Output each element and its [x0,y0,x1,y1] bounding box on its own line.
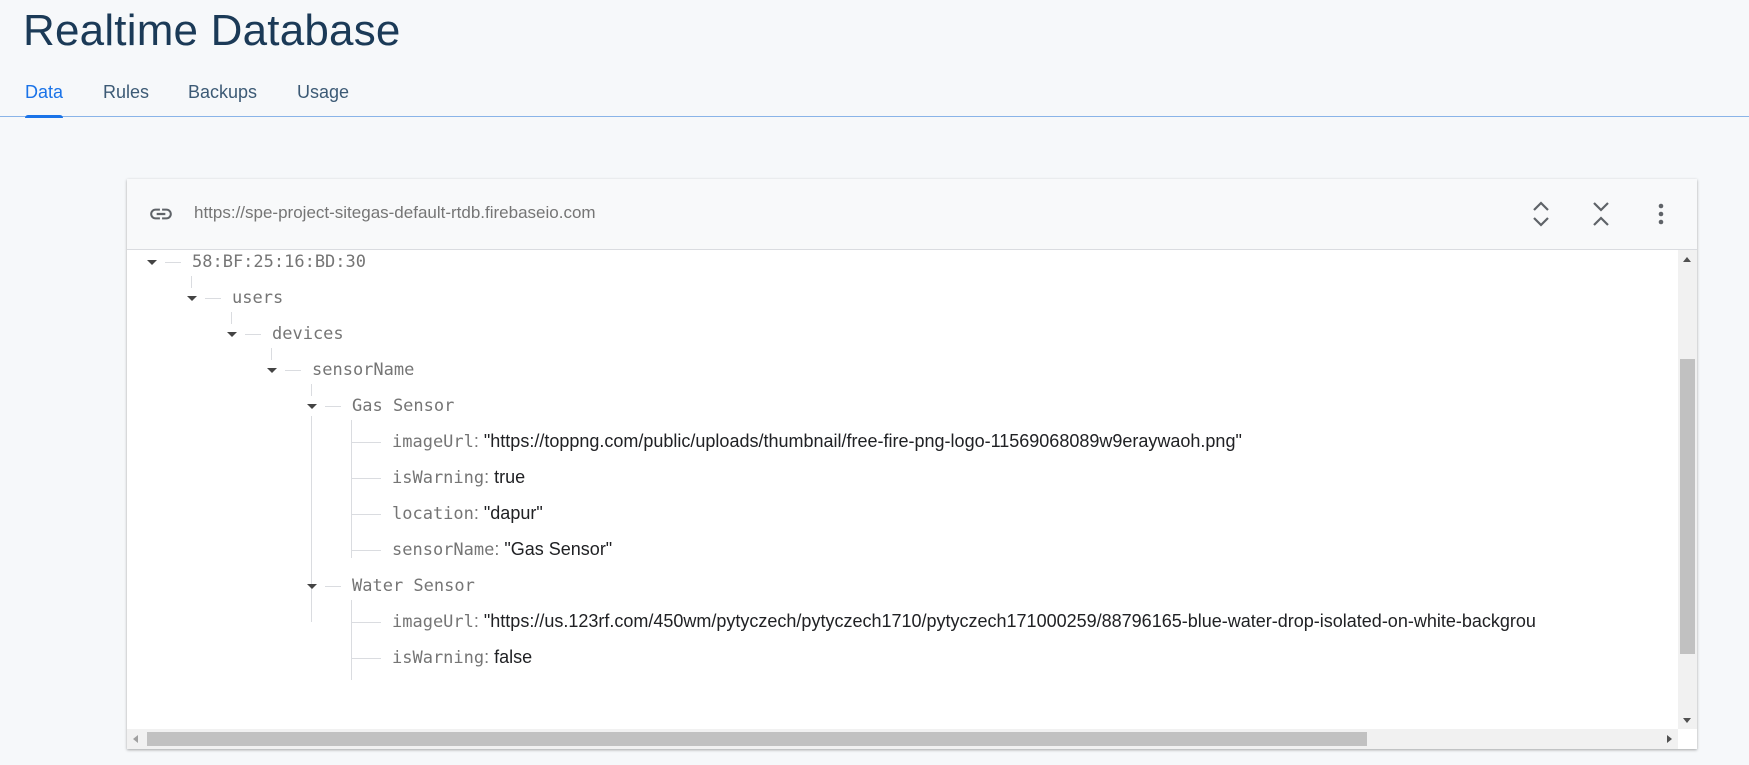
scroll-right-icon[interactable] [1667,735,1672,743]
tree-node-root[interactable]: 58:BF:25:16:BD:30 [192,252,366,272]
vertical-scroll-thumb[interactable] [1680,359,1695,654]
horizontal-scrollbar[interactable] [127,729,1678,749]
tree-leaf-imageurl[interactable]: imageUrl: "https://toppng.com/public/upl… [392,431,1242,452]
tab-data[interactable]: Data [25,82,64,118]
scroll-left-icon[interactable] [133,735,138,743]
panel-header: https://spe-project-sitegas-default-rtdb… [127,179,1697,250]
database-panel: https://spe-project-sitegas-default-rtdb… [127,179,1697,749]
tab-rules[interactable]: Rules [103,82,149,117]
tree-node-gas-sensor[interactable]: Gas Sensor [352,396,454,416]
expand-caret-icon[interactable] [267,368,277,373]
link-icon[interactable] [148,201,174,227]
tree-leaf-iswarning[interactable]: isWarning: true [392,467,525,488]
tree-leaf-sensorname[interactable]: sensorName: "Gas Sensor" [392,539,612,560]
expand-caret-icon[interactable] [307,584,317,589]
expand-caret-icon[interactable] [147,260,157,265]
horizontal-scroll-thumb[interactable] [147,732,1367,746]
expand-caret-icon[interactable] [227,332,237,337]
tree-leaf-iswarning[interactable]: isWarning: false [392,647,532,668]
scroll-down-icon[interactable] [1683,718,1691,723]
vertical-scrollbar[interactable] [1678,250,1697,729]
expand-caret-icon[interactable] [307,404,317,409]
collapse-all-icon[interactable] [1584,197,1618,231]
page-title: Realtime Database [23,6,401,55]
scroll-up-icon[interactable] [1683,257,1691,262]
tab-bar: Data Rules Backups Usage [0,72,1749,118]
tree-node-users[interactable]: users [232,288,283,308]
tab-usage[interactable]: Usage [297,82,349,117]
database-url[interactable]: https://spe-project-sitegas-default-rtdb… [194,203,596,223]
tree-node-devices[interactable]: devices [272,324,344,344]
tree-node-sensorname[interactable]: sensorName [312,360,414,380]
data-tree: 58:BF:25:16:BD:30 users devices sensorNa… [127,250,1697,749]
tree-node-water-sensor[interactable]: Water Sensor [352,576,475,596]
tab-backups[interactable]: Backups [188,82,257,117]
expand-caret-icon[interactable] [187,296,197,301]
tree-leaf-location[interactable]: location: "dapur" [392,503,543,524]
expand-all-icon[interactable] [1524,197,1558,231]
tree-leaf-imageurl[interactable]: imageUrl: "https://us.123rf.com/450wm/py… [392,611,1536,632]
more-vert-icon[interactable] [1644,197,1678,231]
